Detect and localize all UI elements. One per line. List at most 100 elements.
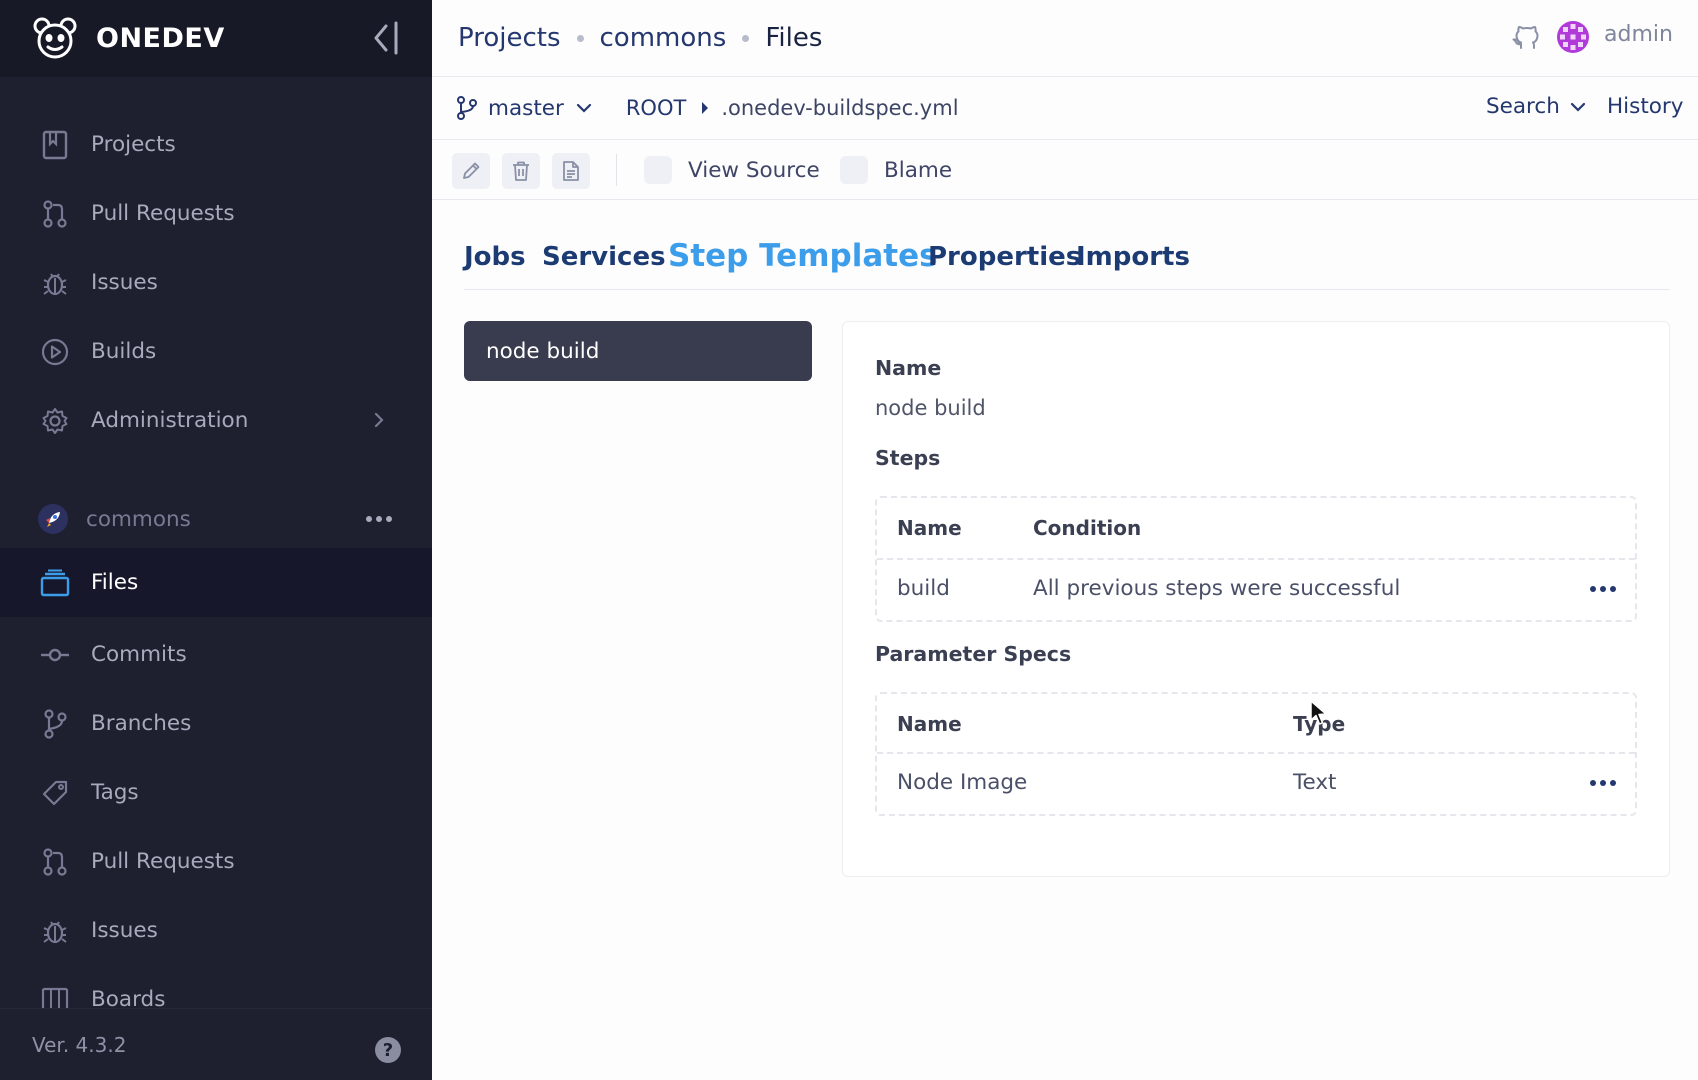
sidebar-item-label: Branches: [91, 711, 192, 736]
sidebar-item-projects[interactable]: Projects: [0, 110, 432, 179]
bug-icon: [40, 268, 70, 298]
name-value: node build: [875, 396, 986, 420]
steps-table: Name Condition build All previous steps …: [875, 496, 1637, 622]
view-source-checkbox[interactable]: [644, 156, 672, 184]
table-header: Name Condition: [877, 498, 1635, 560]
files-icon: [40, 568, 70, 598]
sidebar-item-label: Issues: [91, 918, 158, 943]
step-template-name: node build: [486, 338, 600, 364]
path-root-link[interactable]: ROOT: [626, 96, 686, 120]
name-label: Name: [875, 356, 942, 380]
brand-name: ONEDEV: [96, 23, 225, 54]
breadcrumb: Projects commons Files admin: [432, 0, 1698, 77]
delete-button[interactable]: [502, 153, 540, 189]
avatar[interactable]: [1556, 20, 1590, 54]
step-template-detail: Name node build Steps Name Condition bui…: [842, 321, 1670, 877]
parameter-specs-label: Parameter Specs: [875, 642, 1072, 666]
brand-bar: ONEDEV: [0, 0, 432, 77]
breadcrumb-project[interactable]: commons: [600, 23, 727, 53]
view-source-toggle[interactable]: View Source: [644, 156, 820, 184]
tab-services[interactable]: Services: [542, 242, 666, 272]
project-switcher[interactable]: commons: [0, 486, 432, 552]
chevron-down-icon: [1570, 102, 1585, 112]
sidebar-item-label: Tags: [91, 780, 139, 805]
trash-icon: [513, 161, 529, 181]
sidebar-item-tags[interactable]: Tags: [0, 758, 432, 827]
project-name: commons: [86, 506, 191, 532]
onedev-logo-icon[interactable]: [32, 16, 78, 62]
file-toolbar: View Source Blame: [432, 140, 1698, 200]
chevron-down-icon: [576, 103, 591, 113]
bug-icon: [40, 916, 70, 946]
current-file-name: .onedev-buildspec.yml: [721, 96, 959, 120]
help-icon[interactable]: ?: [375, 1037, 401, 1063]
gear-icon: [40, 406, 70, 436]
commit-icon: [40, 640, 70, 670]
column-header: Name: [897, 516, 962, 540]
column-header: Name: [897, 712, 962, 736]
toolbar-divider: [616, 154, 617, 186]
row-actions-icon[interactable]: [1589, 584, 1617, 594]
user-menu[interactable]: admin: [1604, 22, 1673, 47]
branch-icon: [457, 96, 477, 120]
branch-selector[interactable]: master: [456, 96, 592, 121]
sidebar-item-project-issues[interactable]: Issues: [0, 896, 432, 965]
sidebar-item-issues[interactable]: Issues: [0, 248, 432, 317]
sidebar-item-builds[interactable]: Builds: [0, 317, 432, 386]
caret-right-icon: [702, 102, 709, 114]
tab-step-templates[interactable]: Step Templates: [668, 238, 938, 274]
search-dropdown[interactable]: Search: [1486, 94, 1586, 119]
sidebar-item-project-pull-requests[interactable]: Pull Requests: [0, 827, 432, 896]
table-header: Name Type: [877, 694, 1635, 754]
blame-toggle[interactable]: Blame: [840, 156, 952, 184]
pull-request-icon: [40, 199, 70, 229]
breadcrumb-projects[interactable]: Projects: [458, 23, 561, 53]
sidebar-item-commits[interactable]: Commits: [0, 620, 432, 689]
version-bar: Ver. 4.3.2 ?: [0, 1008, 432, 1080]
projects-icon: [40, 130, 70, 160]
main-panel: Projects commons Files admin master ROOT: [432, 0, 1698, 1080]
tab-properties[interactable]: Properties: [928, 242, 1081, 272]
view-source-label: View Source: [688, 157, 820, 183]
sidebar-item-administration[interactable]: Administration: [0, 386, 432, 455]
param-type-cell: Text: [1293, 770, 1337, 795]
more-options-icon[interactable]: [364, 512, 394, 526]
edit-button[interactable]: [452, 153, 490, 189]
breadcrumb-separator: [576, 34, 584, 42]
row-actions-icon[interactable]: [1589, 778, 1617, 788]
branch-icon: [40, 708, 70, 739]
file-navigation-bar: master ROOT .onedev-buildspec.yml Search…: [432, 77, 1698, 140]
pencil-icon: [463, 162, 480, 179]
sidebar-item-branches[interactable]: Branches: [0, 689, 432, 758]
step-template-item[interactable]: node build: [464, 321, 812, 381]
blame-checkbox[interactable]: [840, 156, 868, 184]
rocket-icon: [38, 504, 68, 534]
breadcrumb-current: Files: [765, 23, 823, 53]
document-icon: [563, 161, 579, 181]
sidebar-item-label: Builds: [91, 339, 157, 364]
github-icon[interactable]: [1510, 22, 1540, 52]
collapse-sidebar-icon[interactable]: [370, 20, 400, 56]
sidebar-item-pull-requests[interactable]: Pull Requests: [0, 179, 432, 248]
search-label: Search: [1486, 94, 1560, 119]
sidebar-item-label: Pull Requests: [91, 201, 235, 226]
step-condition-cell: All previous steps were successful: [1033, 576, 1401, 601]
version-label: Ver. 4.3.2: [32, 1032, 127, 1057]
tab-imports[interactable]: Imports: [1076, 242, 1190, 272]
sidebar-item-label: Issues: [91, 270, 158, 295]
history-link[interactable]: History: [1607, 94, 1684, 119]
sidebar-item-files[interactable]: Files: [0, 548, 432, 617]
parameter-specs-table: Name Type Node Image Text: [875, 692, 1637, 816]
sidebar-item-label: Files: [91, 570, 139, 595]
buildspec-tabs: Jobs Services Step Templates Properties …: [464, 230, 1670, 290]
column-header: Condition: [1033, 516, 1142, 540]
sidebar-item-label: Pull Requests: [91, 849, 235, 874]
sidebar-item-label: Projects: [91, 132, 176, 157]
raw-file-button[interactable]: [552, 153, 590, 189]
sidebar-item-label: Administration: [91, 408, 249, 433]
pull-request-icon: [40, 847, 70, 877]
step-name-cell: build: [897, 576, 950, 601]
sidebar: ONEDEV Projects Pull Requests Issues Bui…: [0, 0, 432, 1080]
breadcrumb-separator: [742, 34, 750, 42]
tab-jobs[interactable]: Jobs: [464, 242, 526, 272]
